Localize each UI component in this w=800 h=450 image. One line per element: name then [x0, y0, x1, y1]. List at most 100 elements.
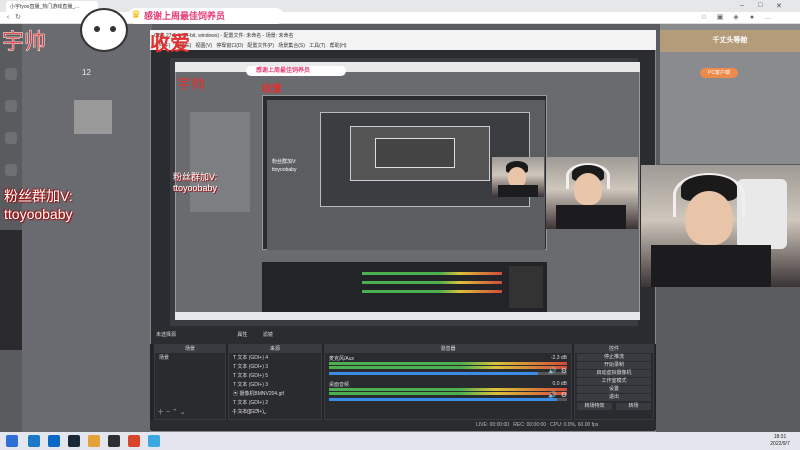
nested-taskbar [175, 312, 640, 320]
profile-icon[interactable]: ● [748, 14, 756, 22]
clock-date: 2022/9/7 [770, 441, 790, 447]
nested-browser-bar [175, 62, 640, 72]
steam-icon[interactable] [68, 435, 80, 447]
edge-icon[interactable] [48, 435, 60, 447]
nested-fan-id: ttoyoobaby [173, 183, 218, 193]
streamer-info-panel: 12 [22, 24, 152, 432]
source-item[interactable]: T 文本 (GDI+) 3 [229, 380, 321, 389]
filters-button[interactable]: 滤镜 [263, 332, 273, 338]
exit-button[interactable]: 退出 [577, 394, 651, 401]
start-recording-button[interactable]: 开始录制 [577, 362, 651, 369]
menu-dock[interactable]: 停靠窗口(D) [216, 43, 243, 49]
scene-item[interactable]: 场景 [155, 353, 225, 362]
mascot-cat-avatar [80, 8, 128, 52]
start-icon[interactable] [6, 435, 18, 447]
menu-profile[interactable]: 配置文件(P) [247, 43, 274, 49]
webcam-feed-large [641, 165, 800, 287]
audio-meter [329, 362, 567, 365]
close-icon[interactable]: ✕ [776, 2, 782, 10]
collections-icon[interactable]: ▣ [716, 14, 724, 22]
source-controls[interactable]: ＋ − ⚙ ⌃ ⌄ [231, 407, 268, 417]
source-item[interactable]: T 文本 (GDI+) 3 [229, 362, 321, 371]
speaker-icon[interactable]: 🔊 [548, 367, 557, 375]
menu-help[interactable]: 帮助(H) [330, 43, 347, 49]
streamer-name-overlay: 宇帅 [2, 29, 47, 55]
folder-icon[interactable] [88, 435, 100, 447]
mixer-track-db: 0.0 dB [552, 381, 567, 387]
transition-tab[interactable]: 转场特效 [577, 403, 612, 410]
scenes-header: 场景 [155, 345, 225, 353]
refresh-icon[interactable]: ↻ [14, 14, 22, 22]
gear-icon[interactable]: ⚙ [561, 391, 567, 399]
obs-title-bar: OBS 27.2.4 (64-bit, windows) - 配置文件: 未命名… [150, 30, 656, 41]
fan-group-id: ttoyoobaby [4, 206, 73, 222]
controls-dock: 控件 停止推流 开始录制 启动虚拟摄像机 工作室模式 设置 退出 转场特效 转场 [574, 344, 654, 420]
gift-text-overlay: 收爱 [150, 33, 190, 55]
nested2-fan-id: ttoyoobaby [272, 167, 297, 173]
settings-button[interactable]: 设置 [577, 386, 651, 393]
search-icon[interactable] [28, 435, 40, 447]
browser-icon[interactable] [148, 435, 160, 447]
mixer-track-db: -2.3 dB [550, 355, 567, 361]
mixer-track-name: 麦克风/Aux [329, 356, 355, 362]
right-banner[interactable]: 千丈头等舱 [660, 30, 800, 52]
source-item[interactable]: T 文本 (GDI+) 4 [229, 353, 321, 362]
obs-menu-bar: 文件(F) 编辑(E) 视图(V) 停靠窗口(D) 配置文件(P) 场景集合(S… [150, 41, 656, 50]
properties-button[interactable]: 属性 [237, 332, 247, 338]
speaker-icon[interactable]: 🔊 [548, 391, 557, 399]
controls-header: 控件 [575, 345, 653, 353]
cpu-status: CPU: 0.0%, 60.00 fps [550, 422, 599, 428]
menu-scene-collection[interactable]: 场景集合(S) [278, 43, 305, 49]
minimize-icon[interactable]: – [740, 2, 744, 9]
nested-left-panel [190, 112, 250, 212]
audio-meter [329, 388, 567, 391]
nav-icon-game[interactable] [5, 164, 17, 176]
webcam-feed-medium [546, 157, 638, 229]
source-item[interactable]: T 文本 (GDI+) 5 [229, 371, 321, 380]
mixer-track-name: 桌面音频 [329, 382, 350, 388]
virtual-camera-button[interactable]: 启动虚拟摄像机 [577, 370, 651, 377]
nav-icon-follow[interactable] [5, 100, 17, 112]
webcam-feed-small [492, 157, 544, 197]
crown-icon: ♛ [131, 9, 141, 21]
browser-tab[interactable]: 小宇tyoo直播_热门游戏直播_... [6, 1, 98, 12]
mixer-header: 混音器 [325, 345, 571, 353]
audio-mixer-dock: 混音器 麦克风/Aux -2.3 dB 桌面音频 0.0 dB 🔊 ⚙ 🔊 ⚙ [324, 344, 572, 420]
obs-status-bar: LIVE: 00:00:00 REC: 00:00:00 CPU: 0.0%, … [150, 420, 656, 430]
follower-count: 12 [82, 68, 91, 77]
menu-view[interactable]: 视图(V) [195, 43, 212, 49]
thanks-banner: 感谢上周最佳饲养员 [128, 8, 284, 24]
windows-taskbar [0, 432, 800, 450]
menu-tools[interactable]: 工具(T) [309, 43, 325, 49]
nested-streamer-name: 宇帅 [177, 78, 205, 93]
taskbar-clock[interactable]: 18:31 2022/9/7 [762, 434, 798, 448]
nav-icon-home[interactable] [5, 68, 17, 80]
back-icon[interactable]: ‹ [4, 14, 12, 22]
gear-icon[interactable]: ⚙ [561, 367, 567, 375]
volume-slider[interactable] [329, 372, 567, 375]
live-status: LIVE: 00:00:00 [476, 422, 510, 428]
nav-icon-category[interactable] [5, 132, 17, 144]
source-item[interactable]: T 文本 (GDI+) 2 [229, 398, 321, 407]
streamer-avatar[interactable] [74, 100, 112, 134]
stop-streaming-button[interactable]: 停止推流 [577, 354, 651, 361]
left-sidebar-dark-block [0, 230, 22, 350]
extension-icon[interactable]: ◈ [732, 14, 740, 22]
pc-client-button[interactable]: PC客户端 [700, 68, 738, 78]
studio-mode-button[interactable]: 工作室模式 [577, 378, 651, 385]
scene-controls[interactable]: ＋ − ⌃ ⌄ [157, 407, 186, 417]
more-icon[interactable]: … [764, 14, 772, 22]
app-icon[interactable] [128, 435, 140, 447]
no-source-label: 未选择源 [156, 332, 177, 338]
browser-tab-title: 小宇tyoo直播_热门游戏直播_... [10, 4, 80, 10]
scenes-dock: 场景 场景 ＋ − ⌃ ⌄ [154, 344, 226, 420]
sources-header: 来源 [229, 345, 321, 353]
sources-dock: 来源 T 文本 (GDI+) 4 T 文本 (GDI+) 3 T 文本 (GDI… [228, 344, 322, 420]
transition-button[interactable]: 转场 [616, 403, 651, 410]
nested-gift-text: 收爱 [262, 84, 282, 95]
maximize-icon[interactable]: □ [758, 2, 762, 9]
source-item[interactable]: ▣ 摄像机BMNV204.gif [229, 389, 321, 398]
favorites-icon[interactable]: ☆ [700, 14, 708, 22]
volume-slider[interactable] [329, 398, 567, 401]
obs-icon[interactable] [108, 435, 120, 447]
